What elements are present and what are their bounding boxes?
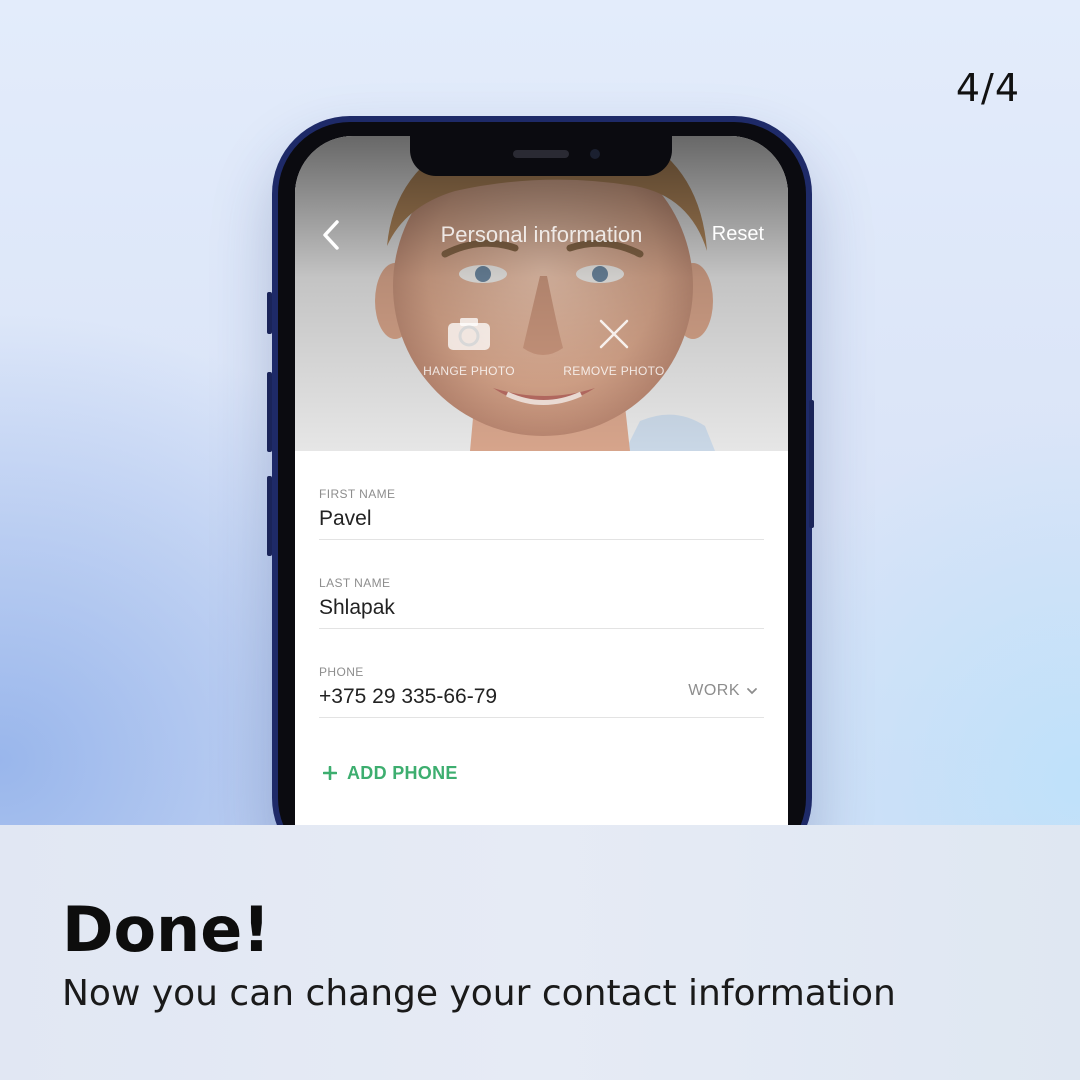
first-name-field[interactable]: FIRST NAME Pavel — [319, 451, 764, 540]
phone-notch — [410, 136, 672, 176]
phone-type-value: WORK — [688, 682, 740, 699]
chevron-down-icon — [747, 687, 757, 695]
caption-title: Done! — [62, 893, 271, 966]
phone-value[interactable]: +375 29 335-66-79 — [319, 685, 497, 709]
phone-side-button — [809, 400, 814, 528]
change-photo-label: HANGE PHOTO — [423, 364, 515, 378]
phone-side-button — [267, 476, 272, 556]
caption-subtitle: Now you can change your contact informat… — [62, 973, 896, 1014]
phone-type-select[interactable]: WORK — [688, 682, 758, 700]
add-phone-button[interactable]: ADD PHONE — [323, 763, 458, 784]
plus-icon — [323, 766, 337, 780]
remove-photo-button[interactable]: REMOVE PHOTO — [554, 316, 674, 378]
slide-counter: 4/4 — [955, 66, 1020, 110]
close-icon — [599, 319, 629, 349]
change-photo-button[interactable]: HANGE PHOTO — [409, 316, 529, 378]
caption-panel: Done! Now you can change your contact in… — [0, 825, 1080, 1080]
phone-side-button — [267, 292, 272, 334]
phone-label: PHONE — [319, 665, 364, 679]
phone-side-button — [267, 372, 272, 452]
phone-field[interactable]: PHONE +375 29 335-66-79 WORK — [319, 629, 764, 718]
portrait-image — [295, 136, 788, 451]
slide-canvas: 4/4 Personal information Reset HANGE PHO… — [0, 0, 1080, 1080]
phone-screen: Personal information Reset HANGE PHOTO R… — [295, 136, 788, 896]
profile-photo: Personal information Reset HANGE PHOTO R… — [295, 136, 788, 451]
reset-button[interactable]: Reset — [712, 223, 764, 246]
first-name-value[interactable]: Pavel — [319, 507, 372, 531]
remove-photo-label: REMOVE PHOTO — [563, 364, 665, 378]
last-name-label: LAST NAME — [319, 576, 391, 590]
speaker-grille — [513, 150, 569, 158]
last-name-field[interactable]: LAST NAME Shlapak — [319, 540, 764, 629]
last-name-value[interactable]: Shlapak — [319, 596, 395, 620]
front-camera — [590, 149, 600, 159]
camera-icon — [448, 318, 490, 350]
add-phone-label: ADD PHONE — [347, 763, 458, 783]
first-name-label: FIRST NAME — [319, 487, 396, 501]
